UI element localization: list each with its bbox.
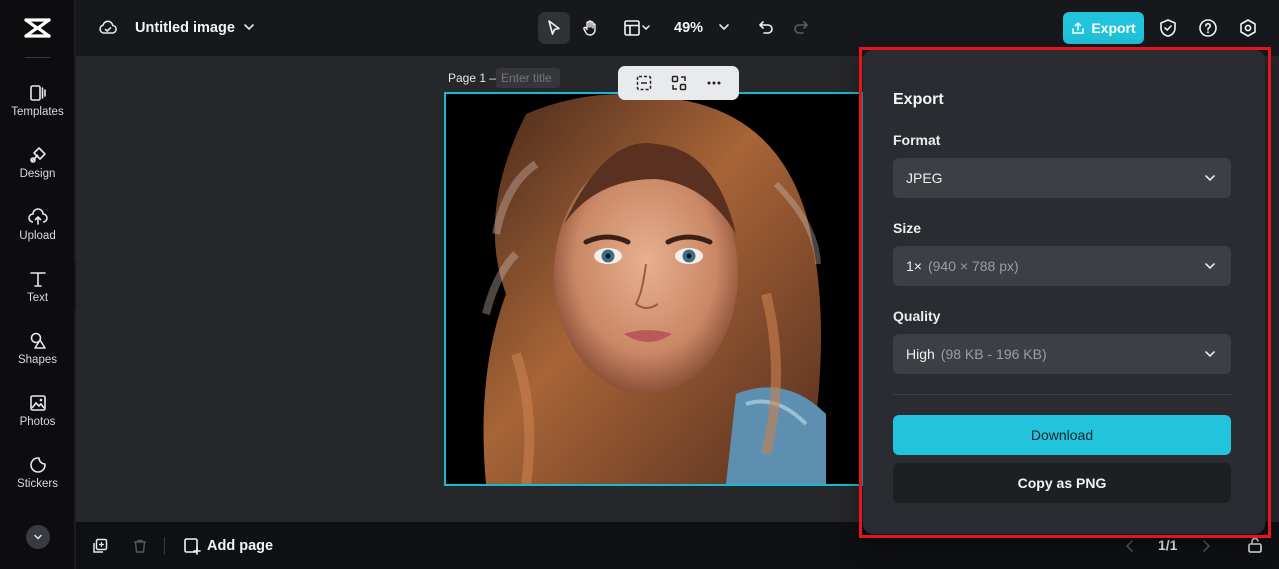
select-area-icon[interactable]	[635, 74, 653, 92]
size-value: 1×	[906, 258, 922, 274]
sidebar-item-label: Photos	[19, 416, 56, 428]
next-page-icon[interactable]	[1200, 539, 1212, 553]
sidebar-item-label: Templates	[11, 106, 64, 118]
sidebar-more-button[interactable]	[26, 525, 50, 549]
shapes-icon	[30, 332, 46, 349]
export-panel: Export Format JPEG Size 1× (940 × 788 px…	[863, 50, 1265, 534]
stickers-icon	[29, 457, 46, 473]
left-sidebar: Templates Design Upload Text Shapes Phot…	[0, 0, 75, 569]
sidebar-item-photos[interactable]: Photos	[0, 393, 75, 445]
logo-divider	[25, 57, 50, 58]
sidebar-item-design[interactable]: Design	[0, 145, 75, 197]
layout-menu-button[interactable]	[614, 12, 660, 44]
prev-page-icon[interactable]	[1124, 539, 1136, 553]
top-toolbar: Untitled image 49% Export	[76, 0, 1279, 56]
redo-icon[interactable]	[792, 18, 810, 36]
copy-as-png-button[interactable]: Copy as PNG	[893, 463, 1231, 503]
photos-icon	[29, 395, 46, 411]
export-button-label: Export	[1091, 20, 1136, 36]
settings-icon[interactable]	[1238, 18, 1258, 38]
sidebar-item-shapes[interactable]: Shapes	[0, 331, 75, 383]
cursor-icon	[548, 20, 560, 35]
sidebar-item-templates[interactable]: Templates	[0, 83, 75, 135]
sidebar-item-label: Upload	[19, 230, 56, 242]
shield-icon[interactable]	[1158, 18, 1178, 38]
upload-icon	[27, 208, 48, 225]
hand-tool-button[interactable]	[574, 12, 606, 44]
text-icon	[29, 272, 46, 287]
replace-icon[interactable]	[670, 74, 688, 92]
layout-icon	[624, 20, 650, 36]
download-button[interactable]: Download	[893, 415, 1231, 455]
chevron-down-icon	[1205, 175, 1215, 182]
bottom-divider	[164, 537, 165, 554]
undo-icon[interactable]	[757, 18, 775, 36]
quality-label: Quality	[893, 308, 941, 324]
portrait-image[interactable]	[446, 94, 862, 484]
duplicate-page-icon[interactable]	[92, 538, 108, 554]
delete-page-icon[interactable]	[132, 538, 148, 554]
zoom-level[interactable]: 49%	[674, 20, 703, 36]
quality-select[interactable]: High (98 KB - 196 KB)	[893, 334, 1231, 374]
add-page-label: Add page	[207, 538, 274, 554]
export-button[interactable]: Export	[1063, 12, 1144, 44]
format-value: JPEG	[906, 170, 943, 186]
hand-icon	[583, 20, 596, 36]
add-page-icon	[184, 538, 201, 555]
quality-value: High	[906, 346, 935, 362]
share-upload-icon	[1072, 22, 1085, 34]
chevron-down-icon	[34, 534, 42, 540]
format-label: Format	[893, 132, 941, 148]
sidebar-item-label: Text	[26, 292, 49, 304]
chevron-down-icon	[1205, 351, 1215, 358]
format-select[interactable]: JPEG	[893, 158, 1231, 198]
page-label: Page 1 –	[448, 71, 497, 85]
sidebar-item-text[interactable]: Text	[0, 269, 75, 321]
sidebar-item-upload[interactable]: Upload	[0, 207, 75, 259]
design-icon	[29, 147, 46, 163]
sidebar-item-label: Design	[19, 168, 56, 180]
capcut-logo-icon[interactable]	[24, 16, 51, 40]
lock-icon[interactable]	[1246, 536, 1264, 554]
sidebar-item-stickers[interactable]: Stickers	[0, 455, 75, 507]
size-detail: (940 × 788 px)	[927, 258, 1019, 274]
page-count: 1/1	[1158, 537, 1178, 553]
cloud-sync-icon[interactable]	[98, 18, 118, 38]
templates-icon	[29, 85, 46, 101]
export-panel-title: Export	[893, 91, 944, 108]
floating-toolbar	[618, 66, 739, 100]
quality-detail: (98 KB - 196 KB)	[940, 346, 1047, 362]
more-options-icon[interactable]	[705, 74, 723, 92]
select-tool-button[interactable]	[538, 12, 570, 44]
size-select[interactable]: 1× (940 × 788 px)	[893, 246, 1231, 286]
page-frame[interactable]	[444, 92, 864, 486]
page-title-input[interactable]	[496, 68, 560, 88]
chevron-down-icon[interactable]	[242, 20, 256, 34]
app-root: Templates Design Upload Text Shapes Phot…	[0, 0, 1279, 569]
size-label: Size	[893, 220, 922, 236]
panel-divider	[893, 394, 1231, 395]
sidebar-item-label: Shapes	[17, 354, 57, 366]
document-title[interactable]: Untitled image	[135, 20, 235, 36]
add-page-button[interactable]: Add page	[183, 537, 273, 555]
zoom-chevron-down-icon[interactable]	[717, 20, 731, 34]
chevron-down-icon	[1205, 263, 1215, 270]
help-icon[interactable]	[1198, 18, 1218, 38]
sidebar-item-label: Stickers	[17, 478, 58, 490]
